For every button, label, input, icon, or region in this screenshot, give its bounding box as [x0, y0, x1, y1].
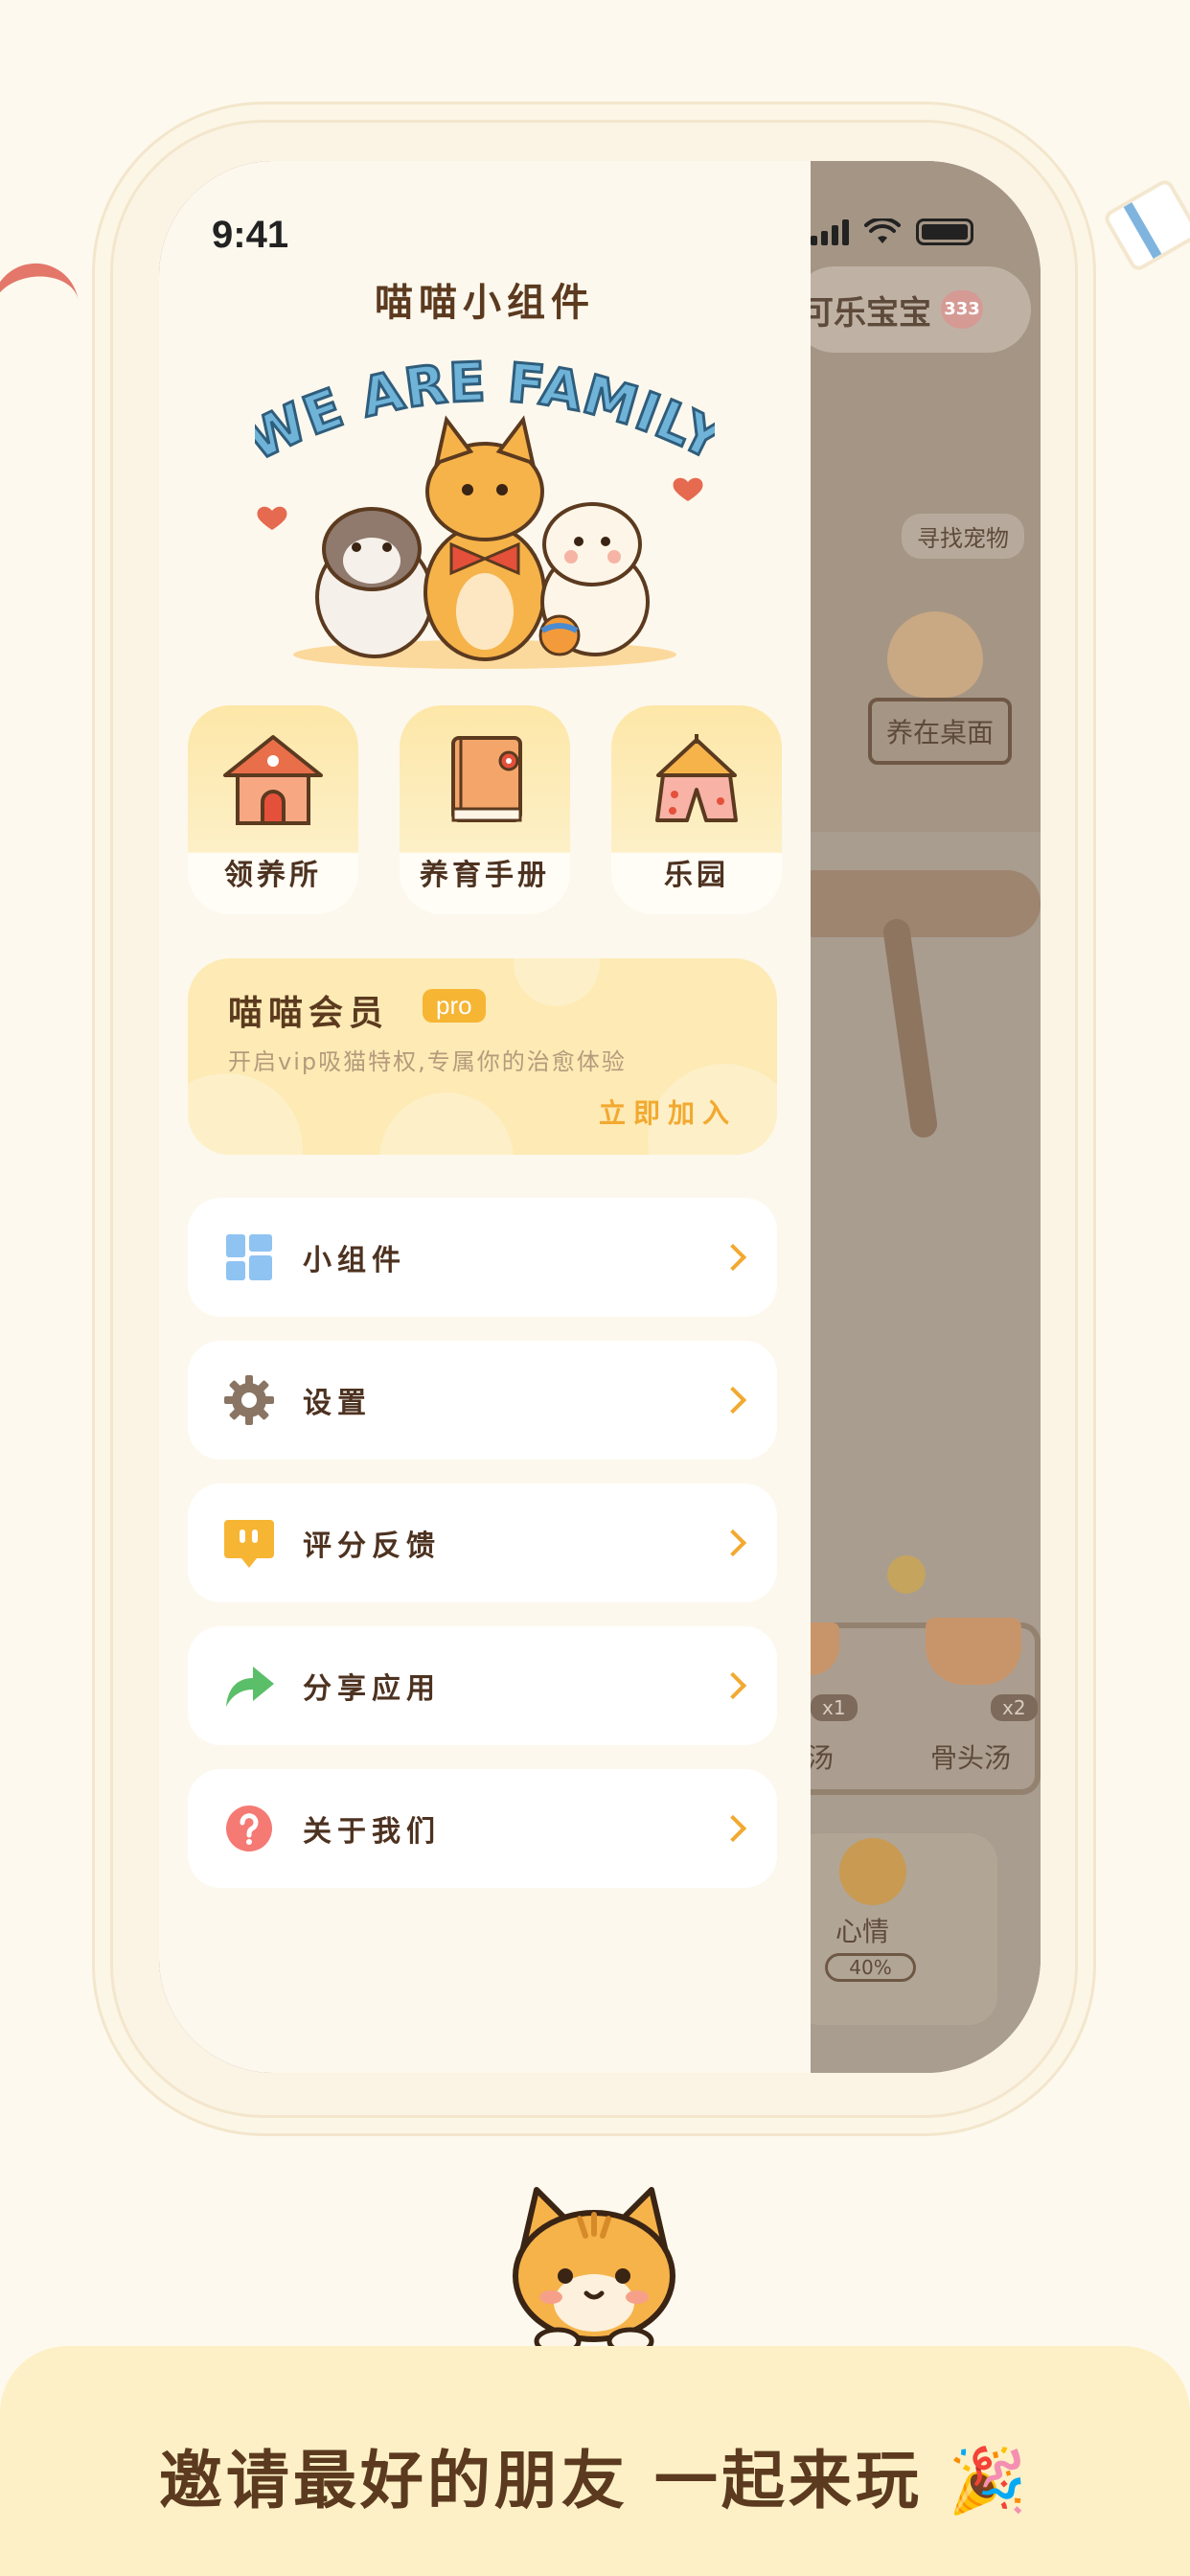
mood-label: 心情 — [835, 1916, 890, 1947]
table — [782, 870, 1041, 937]
wifi-icon — [864, 218, 901, 243]
slogan-text: 邀请最好的朋友 一起来玩 — [158, 2444, 923, 2518]
house-icon — [223, 735, 323, 825]
question-icon — [226, 1806, 272, 1852]
peeking-cat-illustration — [513, 2187, 675, 2353]
item-label: 汤 — [807, 1742, 835, 1774]
family-cats-illustration: WE ARE FAMILY — [255, 350, 715, 669]
vip-subtitle: 开启vip吸猫特权,专属你的治愈体验 — [228, 1048, 627, 1075]
pot-icon — [926, 1618, 1021, 1685]
care-handbook-button[interactable]: 养育手册 — [400, 705, 570, 914]
menu-label: 分享应用 — [303, 1672, 441, 1706]
menu-item-settings[interactable]: 设置 — [188, 1341, 777, 1460]
item-count-badge: x1 — [811, 1694, 858, 1721]
chevron-right-icon — [719, 1243, 747, 1272]
table-leg — [881, 917, 939, 1139]
menu-label: 评分反馈 — [303, 1530, 441, 1563]
mood-percent: 40% — [825, 1953, 916, 1982]
playground-button[interactable]: 乐园 — [611, 705, 782, 914]
chevron-right-icon — [719, 1814, 747, 1843]
tent-icon — [655, 734, 738, 822]
item-count-badge: x2 — [991, 1694, 1038, 1721]
decorative-tag-right — [1101, 176, 1190, 274]
menu-label: 小组件 — [303, 1244, 406, 1277]
share-arrow-icon — [226, 1667, 274, 1707]
menu-label: 设置 — [303, 1387, 372, 1420]
desktop-sign: 养在桌面 — [868, 698, 1012, 765]
chevron-right-icon — [719, 1529, 747, 1557]
chevron-right-icon — [719, 1386, 747, 1414]
menu-label: 关于我们 — [303, 1815, 441, 1849]
heart-icon: 333 — [941, 290, 983, 329]
find-pet-label: 寻找宠物 — [902, 514, 1024, 559]
status-time: 9:41 — [212, 214, 289, 256]
vip-membership-card[interactable]: 喵喵会员 pro 开启vip吸猫特权,专属你的治愈体验 立即加入 — [188, 958, 777, 1155]
pet-name: 可乐宝宝 — [801, 293, 931, 333]
menu-item-share[interactable]: 分享应用 — [188, 1626, 777, 1745]
phone-frame: 可乐宝宝 333 寻找宠物 养在桌面 x1 x2 汤 骨头汤 心情 40% 9:… — [110, 120, 1078, 2118]
invite-slogan: 邀请最好的朋友 一起来玩 🎉 — [0, 2429, 1190, 2521]
join-now-button[interactable]: 立即加入 — [599, 1092, 737, 1131]
gear-icon — [224, 1375, 274, 1425]
battery-icon — [916, 218, 973, 245]
play-icon — [887, 1555, 926, 1594]
drawer-menu: 小组件 设置 评分反馈 分享应用 关于我们 — [188, 1198, 777, 1888]
feature-label: 乐园 — [664, 859, 729, 892]
side-drawer: 9:41 喵喵小组件 WE ARE FAMILY — [159, 161, 811, 2073]
decorative-ribbon-left — [0, 258, 80, 327]
item-label: 骨头汤 — [930, 1742, 1012, 1774]
feature-row: 领养所 养育手册 乐园 — [188, 705, 782, 914]
adoption-center-button[interactable]: 领养所 — [188, 705, 358, 914]
feature-label: 养育手册 — [420, 859, 550, 892]
pet-name-pill: 可乐宝宝 333 — [791, 266, 1031, 353]
pro-badge: pro — [423, 989, 486, 1023]
menu-item-about[interactable]: 关于我们 — [188, 1769, 777, 1888]
menu-item-widgets[interactable]: 小组件 — [188, 1198, 777, 1317]
app-title: 喵喵小组件 — [375, 281, 595, 325]
signal-icon — [811, 218, 849, 245]
menu-item-feedback[interactable]: 评分反馈 — [188, 1484, 777, 1602]
status-icons — [811, 218, 973, 245]
yarn-ball-icon — [839, 1838, 906, 1905]
party-popper-icon: 🎉 — [948, 2444, 1032, 2518]
phone-screen: 可乐宝宝 333 寻找宠物 养在桌面 x1 x2 汤 骨头汤 心情 40% 9:… — [159, 161, 1041, 2073]
widget-grid-icon — [226, 1234, 272, 1280]
feature-label: 领养所 — [224, 859, 322, 892]
chevron-right-icon — [719, 1671, 747, 1700]
vip-title: 喵喵会员 — [228, 994, 390, 1033]
cat-icon — [887, 611, 983, 698]
feedback-icon — [224, 1520, 274, 1568]
book-icon — [451, 736, 522, 822]
